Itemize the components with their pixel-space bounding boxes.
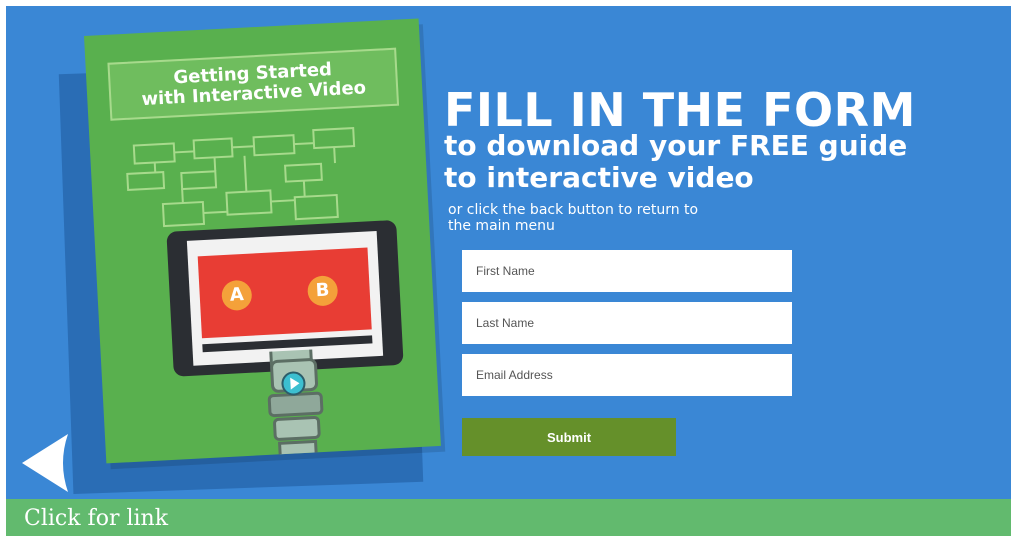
flowchart-illustration [126, 126, 356, 228]
form-headline: FILL IN THE FORM [444, 83, 916, 137]
robot-hand-illustration [264, 347, 324, 464]
choice-b-badge: B [306, 275, 339, 307]
back-instruction: or click the back button to return to th… [448, 202, 778, 234]
choice-a-badge: A [221, 279, 253, 312]
last-name-field[interactable] [462, 302, 792, 344]
submit-button[interactable]: Submit [462, 418, 676, 456]
play-icon [281, 371, 306, 396]
interactive-slide: Getting Started with Interactive Video A… [6, 6, 1011, 499]
subhead-free: FREE [729, 129, 809, 162]
tablet-screen: A B [186, 230, 384, 366]
first-name-field[interactable] [462, 250, 792, 292]
back-arrow-icon[interactable] [22, 434, 68, 492]
email-field[interactable] [462, 354, 792, 396]
form-subheadline: to download your FREE guide to interacti… [444, 130, 964, 194]
note-line1: or click the back button to return to [448, 202, 699, 218]
guide-book-cover: Getting Started with Interactive Video A… [84, 18, 441, 464]
book-title: Getting Started with Interactive Video [107, 47, 400, 121]
subhead-post: guide [808, 129, 908, 162]
video-frame: A B [197, 247, 372, 339]
footer-link[interactable]: Click for link [6, 499, 1011, 536]
subhead-line2: to interactive video [444, 161, 754, 194]
note-line2: the main menu [448, 218, 555, 234]
subhead-pre: to download your [444, 129, 730, 162]
